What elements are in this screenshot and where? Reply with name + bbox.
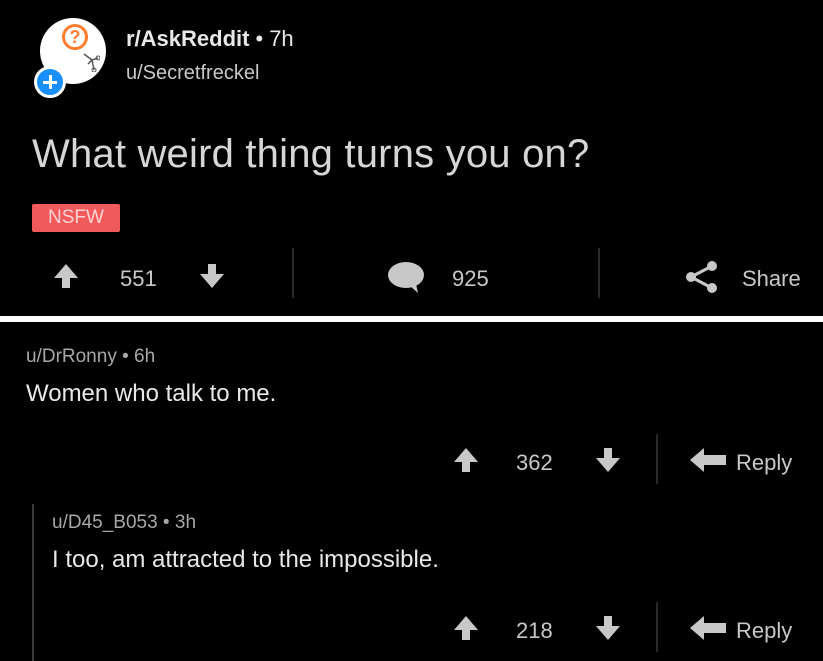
post-title[interactable]: What weird thing turns you on?	[32, 132, 589, 177]
comment-vote-count: 362	[516, 450, 553, 475]
downvote-icon[interactable]	[198, 262, 226, 290]
comment-vote-count: 218	[516, 618, 553, 643]
comment-bubble-icon[interactable]	[386, 260, 426, 294]
comment-age: 6h	[134, 346, 156, 367]
comment-author[interactable]: u/D45_B053	[52, 512, 158, 533]
comment-count: 925	[452, 266, 489, 291]
circuit-icon	[83, 53, 100, 72]
reply-button[interactable]: Reply	[736, 450, 792, 476]
nsfw-badge: NSFW	[32, 204, 120, 232]
downvote-icon[interactable]	[594, 614, 622, 642]
reply-button[interactable]: Reply	[736, 618, 792, 644]
join-plus-icon[interactable]	[34, 66, 66, 98]
reply-arrow-icon[interactable]	[688, 446, 728, 474]
downvote-icon[interactable]	[594, 446, 622, 474]
comment-age: 3h	[174, 512, 197, 533]
post-card: ? r/AskReddit • 7h u/Secretfreckel What we…	[0, 0, 823, 316]
action-divider	[598, 248, 600, 298]
separator-dot: •	[255, 26, 264, 51]
separator-dot: •	[116, 346, 135, 367]
comment-author[interactable]: u/DrRonny	[26, 346, 117, 367]
post-meta-line: r/AskReddit • 7h	[126, 26, 294, 52]
comment-body: I too, am attracted to the impossible.	[52, 546, 439, 573]
action-divider	[656, 602, 658, 652]
share-button[interactable]: Share	[742, 266, 801, 292]
upvote-icon[interactable]	[52, 262, 80, 290]
upvote-icon[interactable]	[452, 446, 480, 474]
action-divider	[292, 248, 294, 298]
subreddit-name[interactable]: r/AskReddit	[126, 26, 249, 51]
reply-arrow-icon[interactable]	[688, 614, 728, 642]
comment-meta: u/DrRonny • 6h	[26, 346, 155, 368]
action-divider	[656, 434, 658, 484]
comments-section: u/DrRonny • 6h Women who talk to me. 362…	[0, 322, 823, 661]
separator-dot: •	[157, 512, 175, 533]
post-action-bar: 551 925 Share	[0, 248, 823, 302]
comment-meta: u/D45_B053 • 3h	[52, 512, 196, 534]
upvote-icon[interactable]	[452, 614, 480, 642]
post-vote-count: 551	[120, 266, 157, 291]
thread-indent-line	[32, 504, 34, 661]
share-icon[interactable]	[684, 260, 720, 294]
post-author[interactable]: u/Secretfreckel	[126, 62, 259, 85]
question-mark-icon: ?	[62, 24, 88, 50]
post-age: 7h	[269, 26, 294, 51]
comment-body: Women who talk to me.	[26, 380, 277, 407]
